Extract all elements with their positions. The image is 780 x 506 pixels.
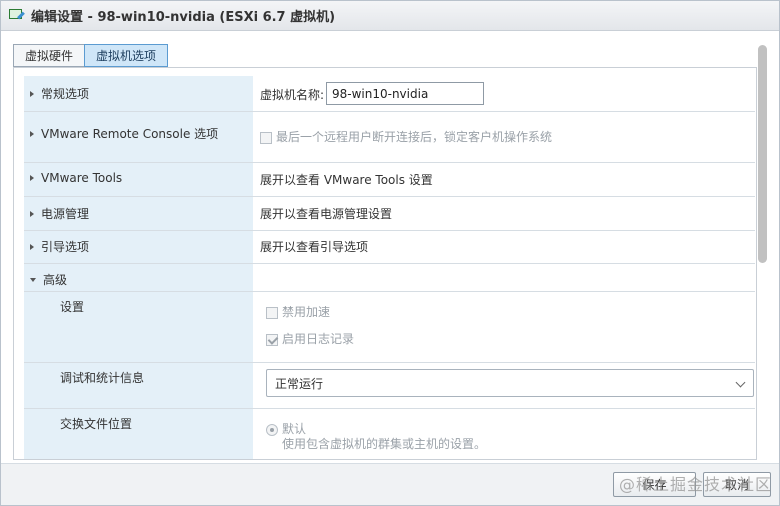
debugging-label-cell: 调试和统计信息	[24, 363, 253, 408]
lock-guest-os-label: 最后一个远程用户断开连接后，锁定客户机操作系统	[276, 130, 553, 144]
advanced-label: 高级	[43, 273, 68, 287]
disable-acceleration-checkbox[interactable]	[266, 306, 278, 319]
swap-default-description: 使用包含虚拟机的群集或主机的设置。	[282, 437, 487, 451]
boot-options-hint: 展开以查看引导选项	[260, 240, 369, 254]
swap-default-label: 默认	[282, 422, 307, 436]
tab-bar: 虚拟硬件 虚拟机选项	[13, 44, 169, 67]
enable-logging-option[interactable]: 启用日志记录	[266, 330, 354, 347]
chevron-down-icon	[735, 377, 746, 388]
row-advanced: 高级	[24, 264, 755, 292]
row-power-management: 电源管理 展开以查看电源管理设置	[24, 197, 755, 231]
enable-logging-checkbox[interactable]	[266, 333, 278, 346]
enable-logging-label: 启用日志记录	[282, 332, 355, 346]
vmware-tools-hint: 展开以查看 VMware Tools 设置	[260, 173, 433, 187]
vm-name-label: 虚拟机名称:	[260, 88, 325, 102]
row-general-options: 常规选项 虚拟机名称: 98-win10-nvidia	[24, 76, 755, 112]
save-button[interactable]: 保存	[613, 472, 696, 497]
vm-edit-icon	[9, 8, 25, 23]
vmrc-options-label: VMware Remote Console 选项	[41, 127, 219, 141]
disable-acceleration-option[interactable]: 禁用加速	[266, 303, 330, 320]
debugging-value: 正常运行	[260, 363, 755, 408]
edit-settings-dialog: 编辑设置 - 98-win10-nvidia (ESXi 6.7 虚拟机) 虚拟…	[0, 0, 780, 506]
tab-virtual-hardware[interactable]: 虚拟硬件	[13, 44, 86, 67]
lock-guest-os-checkbox[interactable]	[260, 131, 272, 144]
caret-right-icon	[30, 130, 34, 137]
vmrc-options-value: 最后一个远程用户断开连接后，锁定客户机操作系统	[260, 112, 755, 162]
caret-right-icon	[30, 210, 34, 217]
caret-right-icon	[30, 175, 34, 181]
vertical-scrollbar[interactable]	[758, 45, 768, 459]
debugging-selected-value: 正常运行	[275, 376, 324, 391]
power-management-value: 展开以查看电源管理设置	[260, 197, 755, 230]
row-debugging-statistics: 调试和统计信息 正常运行	[24, 363, 755, 409]
boot-options-label: 引导选项	[41, 240, 90, 254]
general-options-label: 常规选项	[41, 87, 90, 101]
power-management-label: 电源管理	[41, 207, 90, 221]
vmware-tools-label: VMware Tools	[41, 171, 123, 185]
swap-file-label: 交换文件位置	[60, 417, 133, 431]
debugging-label: 调试和统计信息	[60, 371, 145, 385]
cancel-button[interactable]: 取消	[703, 472, 771, 497]
tab-vm-options[interactable]: 虚拟机选项	[84, 44, 169, 67]
title-bar[interactable]: 编辑设置 - 98-win10-nvidia (ESXi 6.7 虚拟机)	[1, 1, 779, 31]
dialog-title: 编辑设置 - 98-win10-nvidia (ESXi 6.7 虚拟机)	[31, 10, 336, 25]
debugging-select[interactable]: 正常运行	[266, 369, 754, 397]
settings-label: 设置	[60, 300, 85, 314]
swap-default-radio[interactable]	[266, 423, 278, 436]
vmrc-options-toggle[interactable]: VMware Remote Console 选项	[24, 112, 253, 162]
lock-guest-os-option[interactable]: 最后一个远程用户断开连接后，锁定客户机操作系统	[260, 128, 552, 145]
boot-options-value: 展开以查看引导选项	[260, 231, 755, 263]
disable-acceleration-label: 禁用加速	[282, 305, 331, 319]
power-management-toggle[interactable]: 电源管理	[24, 197, 253, 230]
general-options-value: 虚拟机名称: 98-win10-nvidia	[260, 76, 755, 111]
caret-right-icon	[30, 243, 34, 250]
vmware-tools-toggle[interactable]: VMware Tools	[24, 163, 253, 196]
vmware-tools-value: 展开以查看 VMware Tools 设置	[260, 163, 755, 196]
row-swap-file-location: 交换文件位置 默认 使用包含虚拟机的群集或主机的设置。	[24, 409, 755, 459]
row-boot-options: 引导选项 展开以查看引导选项	[24, 231, 755, 264]
settings-value: 禁用加速 启用日志记录	[260, 292, 755, 362]
caret-down-icon	[30, 277, 36, 282]
general-options-toggle[interactable]: 常规选项	[24, 76, 253, 111]
boot-options-toggle[interactable]: 引导选项	[24, 231, 253, 263]
swap-file-label-cell: 交换文件位置	[24, 409, 253, 459]
advanced-toggle[interactable]: 高级	[24, 264, 253, 291]
row-settings: 设置 禁用加速 启用日志记录	[24, 292, 755, 363]
vm-name-input[interactable]: 98-win10-nvidia	[326, 82, 484, 105]
swap-file-value: 默认 使用包含虚拟机的群集或主机的设置。	[260, 409, 755, 459]
vm-options-panel: 常规选项 虚拟机名称: 98-win10-nvidia VMware Remot…	[13, 67, 757, 460]
scrollbar-thumb[interactable]	[758, 45, 767, 263]
caret-right-icon	[30, 90, 34, 97]
settings-label-cell: 设置	[24, 292, 253, 362]
power-management-hint: 展开以查看电源管理设置	[260, 207, 393, 221]
dialog-footer: 保存 取消	[1, 463, 779, 505]
row-vmrc-options: VMware Remote Console 选项 最后一个远程用户断开连接后，锁…	[24, 112, 755, 163]
row-vmware-tools: VMware Tools 展开以查看 VMware Tools 设置	[24, 163, 755, 197]
